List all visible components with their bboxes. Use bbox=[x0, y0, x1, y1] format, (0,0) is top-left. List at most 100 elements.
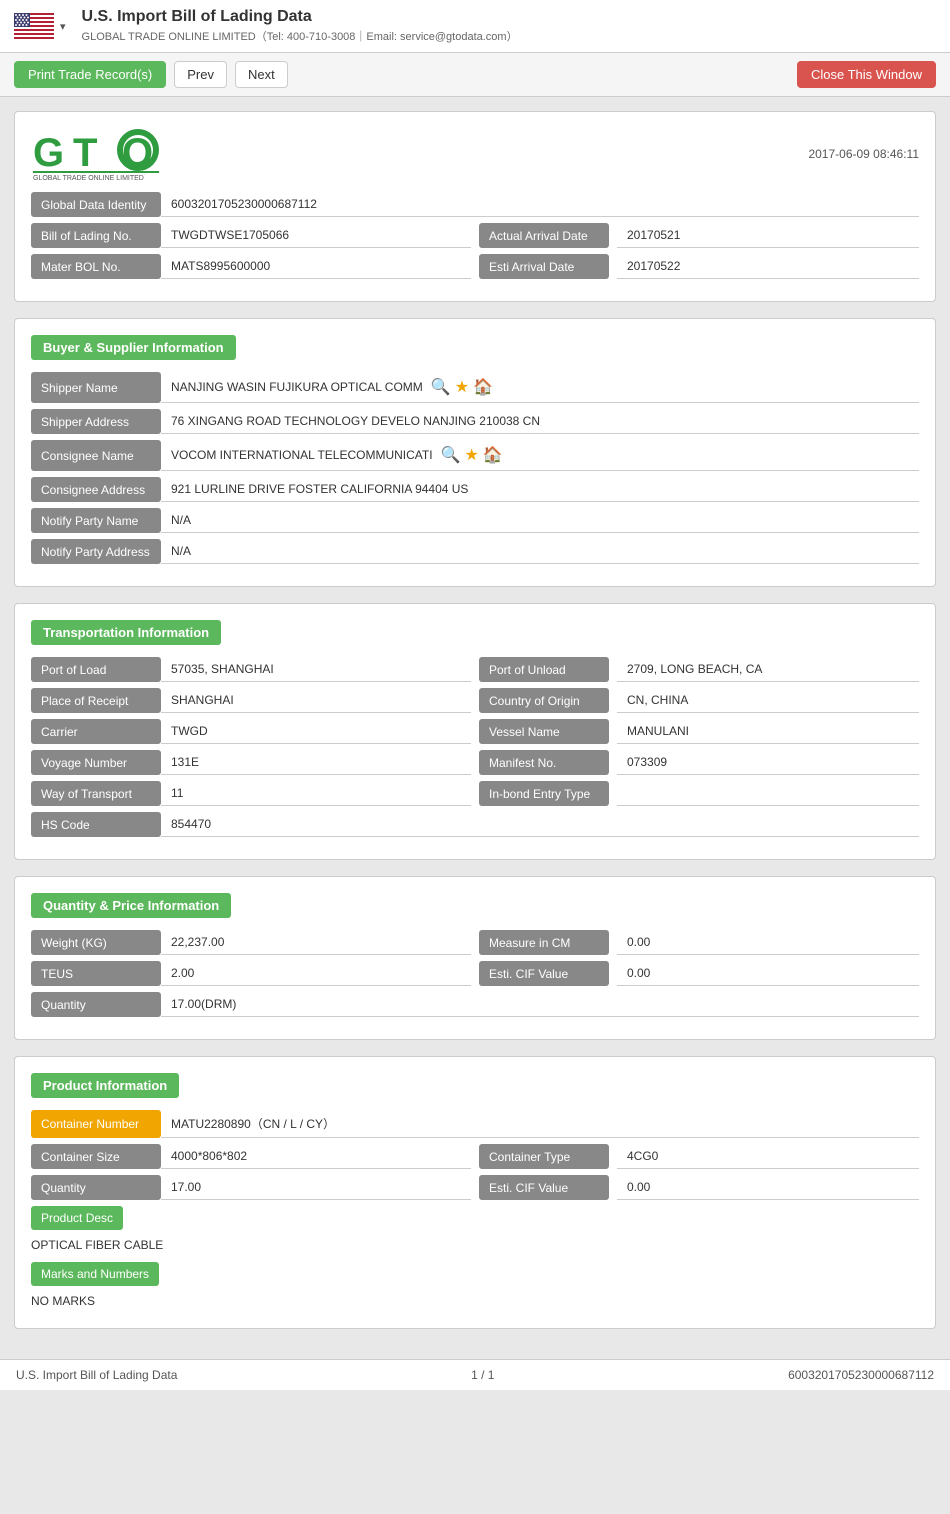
consignee-address-value: 921 LURLINE DRIVE FOSTER CALIFORNIA 9440… bbox=[161, 477, 919, 502]
shipper-search-icon[interactable]: 🔍 bbox=[431, 377, 451, 397]
container-size-type-row: Container Size 4000*806*802 Container Ty… bbox=[31, 1144, 919, 1169]
identity-card: G T O GLOBAL TRADE ONLINE LIMITED 2017-0… bbox=[14, 111, 936, 302]
weight-measure-row: Weight (KG) 22,237.00 Measure in CM 0.00 bbox=[31, 930, 919, 955]
manifest-col: Manifest No. 073309 bbox=[479, 750, 919, 775]
actual-arrival-value: 20170521 bbox=[617, 223, 919, 248]
footer-right: 6003201705230000687112 bbox=[788, 1368, 934, 1382]
notify-party-name-value: N/A bbox=[161, 508, 919, 533]
page-subtitle: GLOBAL TRADE ONLINE LIMITED（Tel: 400-710… bbox=[82, 28, 518, 44]
product-quantity-col: Quantity 17.00 bbox=[31, 1175, 471, 1200]
quantity-price-title: Quantity & Price Information bbox=[31, 893, 231, 918]
inbond-col: In-bond Entry Type bbox=[479, 781, 919, 806]
product-desc-section: Product Desc OPTICAL FIBER CABLE bbox=[31, 1206, 919, 1256]
teus-value: 2.00 bbox=[161, 961, 471, 986]
way-transport-label: Way of Transport bbox=[31, 781, 161, 806]
esti-arrival-label: Esti Arrival Date bbox=[479, 254, 609, 279]
measure-col: Measure in CM 0.00 bbox=[479, 930, 919, 955]
bol-value: TWGDTWSE1705066 bbox=[161, 223, 471, 248]
way-transport-col: Way of Transport 11 bbox=[31, 781, 471, 806]
measure-label: Measure in CM bbox=[479, 930, 609, 955]
hs-code-row: HS Code 854470 bbox=[31, 812, 919, 837]
consignee-star-icon[interactable]: ★ bbox=[465, 445, 479, 465]
shipper-name-row: Shipper Name NANJING WASIN FUJIKURA OPTI… bbox=[31, 372, 919, 403]
consignee-home-icon[interactable]: 🏠 bbox=[483, 445, 503, 465]
container-size-value: 4000*806*802 bbox=[161, 1144, 471, 1169]
transportation-card: Transportation Information Port of Load … bbox=[14, 603, 936, 860]
quantity-row: Quantity 17.00(DRM) bbox=[31, 992, 919, 1017]
product-quantity-value: 17.00 bbox=[161, 1175, 471, 1200]
container-number-button[interactable]: Container Number bbox=[31, 1110, 161, 1138]
consignee-name-value: VOCOM INTERNATIONAL TELECOMMUNICATI 🔍 ★ … bbox=[161, 440, 919, 471]
consignee-name-label: Consignee Name bbox=[31, 440, 161, 471]
port-load-label: Port of Load bbox=[31, 657, 161, 682]
timestamp: 2017-06-09 08:46:11 bbox=[808, 147, 919, 161]
transportation-title: Transportation Information bbox=[31, 620, 221, 645]
shipper-address-row: Shipper Address 76 XINGANG ROAD TECHNOLO… bbox=[31, 409, 919, 434]
shipper-star-icon[interactable]: ★ bbox=[455, 377, 469, 397]
notify-party-address-value: N/A bbox=[161, 539, 919, 564]
shipper-name-value: NANJING WASIN FUJIKURA OPTICAL COMM 🔍 ★ … bbox=[161, 372, 919, 403]
consignee-search-icon[interactable]: 🔍 bbox=[441, 445, 461, 465]
bol-label: Bill of Lading No. bbox=[31, 223, 161, 248]
transport-inbond-row: Way of Transport 11 In-bond Entry Type bbox=[31, 781, 919, 806]
shipper-address-value: 76 XINGANG ROAD TECHNOLOGY DEVELO NANJIN… bbox=[161, 409, 919, 434]
close-button[interactable]: Close This Window bbox=[797, 61, 936, 88]
consignee-name-row: Consignee Name VOCOM INTERNATIONAL TELEC… bbox=[31, 440, 919, 471]
container-type-col: Container Type 4CG0 bbox=[479, 1144, 919, 1169]
notify-party-address-row: Notify Party Address N/A bbox=[31, 539, 919, 564]
carrier-col: Carrier TWGD bbox=[31, 719, 471, 744]
teus-cif-row: TEUS 2.00 Esti. CIF Value 0.00 bbox=[31, 961, 919, 986]
card-header: G T O GLOBAL TRADE ONLINE LIMITED 2017-0… bbox=[31, 128, 919, 180]
actual-arrival-label: Actual Arrival Date bbox=[479, 223, 609, 248]
esti-cif-value: 0.00 bbox=[617, 961, 919, 986]
flag-dropdown[interactable]: ▾ bbox=[60, 20, 66, 33]
svg-text:GLOBAL TRADE ONLINE LIMITED: GLOBAL TRADE ONLINE LIMITED bbox=[33, 175, 144, 180]
voyage-manifest-row: Voyage Number 131E Manifest No. 073309 bbox=[31, 750, 919, 775]
hs-code-value: 854470 bbox=[161, 812, 919, 837]
product-desc-value: OPTICAL FIBER CABLE bbox=[31, 1234, 919, 1256]
gto-logo: G T O GLOBAL TRADE ONLINE LIMITED bbox=[31, 128, 161, 180]
print-button[interactable]: Print Trade Record(s) bbox=[14, 61, 166, 88]
shipper-address-label: Shipper Address bbox=[31, 409, 161, 434]
prev-button[interactable]: Prev bbox=[174, 61, 227, 88]
logo-area: G T O GLOBAL TRADE ONLINE LIMITED bbox=[31, 128, 161, 180]
weight-label: Weight (KG) bbox=[31, 930, 161, 955]
master-bol-col: Mater BOL No. MATS8995600000 bbox=[31, 254, 471, 279]
marks-section: Marks and Numbers NO MARKS bbox=[31, 1262, 919, 1312]
esti-arrival-value: 20170522 bbox=[617, 254, 919, 279]
svg-text:G: G bbox=[33, 131, 64, 175]
marks-value: NO MARKS bbox=[31, 1290, 919, 1312]
teus-col: TEUS 2.00 bbox=[31, 961, 471, 986]
next-button[interactable]: Next bbox=[235, 61, 288, 88]
bol-row: Bill of Lading No. TWGDTWSE1705066 Actua… bbox=[31, 223, 919, 248]
manifest-label: Manifest No. bbox=[479, 750, 609, 775]
carrier-label: Carrier bbox=[31, 719, 161, 744]
esti-cif-label: Esti. CIF Value bbox=[479, 961, 609, 986]
consignee-icon-group: 🔍 ★ 🏠 bbox=[441, 445, 503, 465]
product-desc-button[interactable]: Product Desc bbox=[31, 1206, 123, 1230]
port-load-col: Port of Load 57035, SHANGHAI bbox=[31, 657, 471, 682]
container-number-row: Container Number MATU2280890（CN / L / CY… bbox=[31, 1110, 919, 1138]
buyer-supplier-card: Buyer & Supplier Information Shipper Nam… bbox=[14, 318, 936, 587]
esti-cif-col: Esti. CIF Value 0.00 bbox=[479, 961, 919, 986]
product-esti-cif-value: 0.00 bbox=[617, 1175, 919, 1200]
master-bol-value: MATS8995600000 bbox=[161, 254, 471, 279]
svg-text:T: T bbox=[73, 131, 97, 175]
shipper-home-icon[interactable]: 🏠 bbox=[473, 377, 493, 397]
port-unload-value: 2709, LONG BEACH, CA bbox=[617, 657, 919, 682]
port-row: Port of Load 57035, SHANGHAI Port of Unl… bbox=[31, 657, 919, 682]
master-bol-label: Mater BOL No. bbox=[31, 254, 161, 279]
marks-button[interactable]: Marks and Numbers bbox=[31, 1262, 159, 1286]
product-esti-cif-label: Esti. CIF Value bbox=[479, 1175, 609, 1200]
vessel-col: Vessel Name MANULANI bbox=[479, 719, 919, 744]
carrier-vessel-row: Carrier TWGD Vessel Name MANULANI bbox=[31, 719, 919, 744]
page-title: U.S. Import Bill of Lading Data bbox=[82, 8, 518, 26]
container-type-value: 4CG0 bbox=[617, 1144, 919, 1169]
us-flag-icon bbox=[14, 13, 54, 39]
port-load-value: 57035, SHANGHAI bbox=[161, 657, 471, 682]
svg-text:O: O bbox=[122, 131, 153, 175]
voyage-value: 131E bbox=[161, 750, 471, 775]
inbond-value bbox=[617, 781, 919, 806]
container-type-label: Container Type bbox=[479, 1144, 609, 1169]
footer: U.S. Import Bill of Lading Data 1 / 1 60… bbox=[0, 1359, 950, 1390]
